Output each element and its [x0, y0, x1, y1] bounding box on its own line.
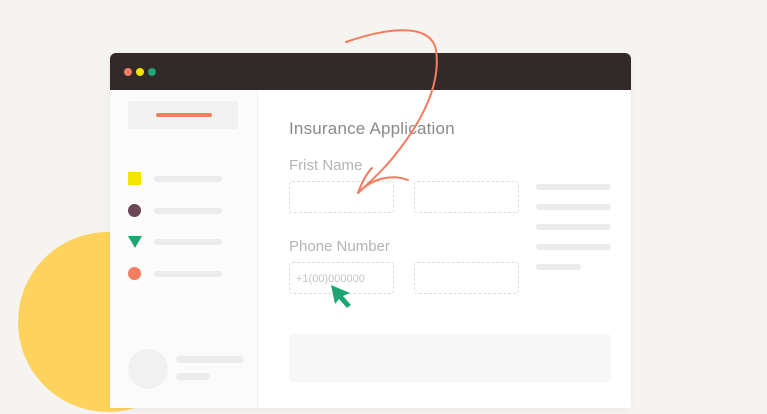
sidebar-item-3[interactable] — [128, 235, 228, 249]
yellow-square-icon — [128, 172, 141, 185]
phone-number-label: Phone Number — [289, 238, 390, 255]
window-maximize-button[interactable] — [148, 67, 156, 76]
right-placeholder-line — [536, 204, 611, 210]
first-name-input[interactable] — [289, 181, 394, 213]
right-placeholder-line — [536, 224, 611, 230]
sidebar-item-placeholder — [154, 271, 222, 277]
page-title: Insurance Application — [289, 119, 455, 138]
profile-name-placeholder — [176, 356, 244, 363]
right-placeholder-line — [536, 184, 611, 190]
avatar[interactable] — [128, 349, 168, 389]
right-placeholder-line — [536, 244, 611, 250]
sidebar-item-4[interactable] — [128, 267, 228, 281]
window-minimize-button[interactable] — [136, 67, 144, 76]
sidebar-item-placeholder — [154, 176, 222, 182]
profile-subtitle-placeholder — [176, 373, 210, 380]
orange-circle-icon — [128, 267, 141, 280]
sidebar-header — [128, 101, 238, 129]
first-name-label: Frist Name — [289, 157, 363, 174]
window-close-button[interactable] — [124, 67, 132, 76]
browser-window: Insurance Application Frist Name Phone N… — [110, 53, 631, 408]
last-name-input[interactable] — [414, 181, 519, 213]
submit-area[interactable] — [289, 334, 611, 382]
sidebar-item-2[interactable] — [128, 204, 228, 218]
sidebar-item-placeholder — [154, 208, 222, 214]
sidebar — [110, 90, 258, 408]
phone-extension-input[interactable] — [414, 262, 519, 294]
sidebar-header-placeholder — [156, 113, 212, 117]
sidebar-item-1[interactable] — [128, 172, 228, 186]
purple-circle-icon — [128, 204, 141, 217]
phone-number-placeholder: +1(00)000000 — [296, 273, 365, 285]
phone-number-input[interactable]: +1(00)000000 — [289, 262, 394, 294]
sidebar-item-placeholder — [154, 239, 222, 245]
green-triangle-icon — [128, 236, 142, 248]
window-titlebar — [110, 53, 631, 90]
right-placeholder-line — [536, 264, 581, 270]
